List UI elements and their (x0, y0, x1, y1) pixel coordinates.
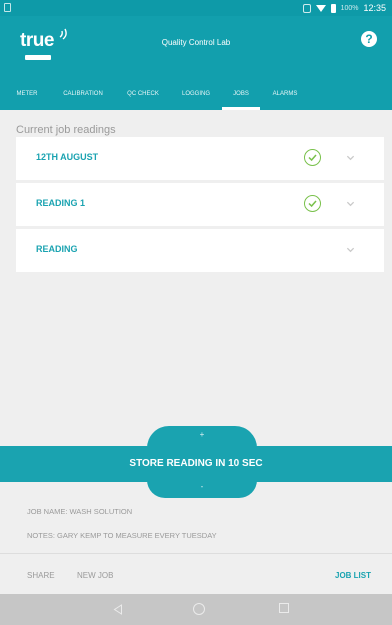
app-title: Quality Control Lab (161, 38, 231, 47)
chevron-down-icon[interactable] (346, 199, 355, 208)
status-bar: 100% 12:35 (0, 0, 392, 16)
system-nav-bar (0, 594, 392, 625)
logo: true (20, 28, 74, 74)
wifi-icon (315, 4, 326, 12)
reading-card[interactable]: READING 1 (16, 183, 384, 226)
new-job-button[interactable]: NEW JOB (77, 571, 113, 580)
increment-button[interactable]: + (147, 426, 257, 448)
status-icons: 100% 12:35 (302, 3, 386, 13)
plus-icon: + (199, 430, 205, 439)
chevron-down-icon[interactable] (346, 153, 355, 162)
reading-label: READING 1 (36, 198, 86, 208)
check-icon (304, 195, 321, 212)
back-icon[interactable] (113, 604, 123, 615)
share-button[interactable]: SHARE (27, 571, 55, 580)
tab-logging[interactable]: LOGGING (176, 78, 216, 110)
tab-bar: METER CALIBRATION QC CHECK LOGGING JOBS … (0, 78, 392, 110)
recent-apps-icon[interactable] (279, 603, 289, 613)
minus-icon: - (200, 482, 204, 491)
job-name: JOB NAME: WASH SOLUTION (27, 507, 133, 516)
help-icon[interactable]: ? (361, 31, 377, 47)
divider (0, 553, 392, 554)
chevron-down-icon[interactable] (346, 245, 355, 254)
reading-label: 12TH AUGUST (36, 152, 99, 162)
decrement-button[interactable]: - (147, 480, 257, 498)
notification-icon (4, 3, 11, 12)
tab-alarms[interactable]: ALARMS (266, 78, 304, 110)
section-label: Current job readings (16, 124, 116, 136)
tab-jobs[interactable]: JOBS (222, 78, 260, 110)
reading-card[interactable]: READING (16, 229, 384, 272)
reading-card[interactable]: 12TH AUGUST (16, 137, 384, 180)
tab-meter[interactable]: METER (8, 78, 46, 110)
home-icon[interactable] (193, 603, 205, 615)
tab-calibration[interactable]: CALIBRATION (56, 78, 110, 110)
vibrate-icon (302, 3, 311, 13)
check-icon (304, 149, 321, 166)
store-reading-label: STORE READING IN 10 SEC (129, 458, 263, 469)
status-time: 12:35 (363, 3, 386, 13)
job-list-button[interactable]: JOB LIST (335, 571, 371, 580)
battery-percentage: 100% (340, 4, 359, 12)
battery-icon (330, 3, 336, 13)
job-notes: NOTES: GARY KEMP TO MEASURE EVERY TUESDA… (27, 531, 217, 540)
app-bar: true Quality Control Lab ? (0, 16, 392, 78)
tab-qc-check[interactable]: QC CHECK (120, 78, 166, 110)
logo-tagline (25, 55, 51, 60)
reading-label: READING (36, 244, 78, 254)
